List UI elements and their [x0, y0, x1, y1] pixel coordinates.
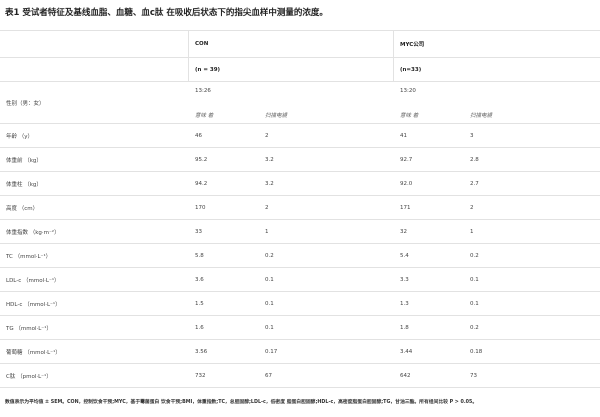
- myc-sem-value: 0.1: [470, 276, 479, 283]
- myc-sem-value: 2.7: [470, 180, 479, 187]
- characteristics-table: CON MYC公司 (n = 39) (n=33) 性别（男：女） 13:26 …: [0, 30, 600, 388]
- con-mean-value: 1.5: [195, 300, 204, 307]
- con-sem-value: 0.1: [265, 324, 274, 331]
- table-row: 高度 （cm） 170 2 171 2: [0, 196, 600, 220]
- subheader-con-sem: 扫描电镜: [265, 113, 288, 119]
- con-sem-value: 3.2: [265, 180, 274, 187]
- subheader-myc-sem: 扫描电镜: [470, 113, 493, 119]
- con-mean-value: 94.2: [195, 180, 208, 187]
- myc-sem-value: 3: [470, 132, 474, 139]
- myc-sem-value: 2: [470, 204, 474, 211]
- subheader-con-mean: 意味 着: [195, 113, 214, 119]
- group-myc-header: MYC公司: [400, 42, 425, 48]
- con-mean-value: 95.2: [195, 156, 208, 163]
- con-mean-value: 3.56: [195, 348, 208, 355]
- myc-mean-value: 3.44: [400, 348, 413, 355]
- table-row: HDL-c （mmol·L⁻¹） 1.5 0.1 1.3 0.1: [0, 292, 600, 316]
- con-sem-value: 2: [265, 204, 269, 211]
- myc-mean-value: 1.8: [400, 324, 409, 331]
- table-row: 体重前 （kg） 95.2 3.2 92.7 2.8: [0, 148, 600, 172]
- con-sem-value: 2: [265, 132, 269, 139]
- row-label: 高度 （cm）: [6, 205, 39, 212]
- sex-row: 性别（男：女） 13:26 13:20 意味 着 扫描电镜 意味 着 扫描电镜: [0, 82, 600, 124]
- myc-mean-value: 32: [400, 228, 407, 235]
- myc-mean-value: 1.3: [400, 300, 409, 307]
- con-sem-value: 0.1: [265, 300, 274, 307]
- row-label: TC （mmol·L⁻¹）: [6, 253, 52, 260]
- table-row: TG （mmol·L⁻¹） 1.6 0.1 1.8 0.2: [0, 316, 600, 340]
- row-label: HDL-c （mmol·L⁻¹）: [6, 301, 61, 308]
- data-rows: 年龄 （y） 46 2 41 3 体重前 （kg） 95.2 3.2 92.7 2.8 体重柱 （k…: [0, 124, 600, 388]
- con-sem-value: 0.17: [265, 348, 278, 355]
- con-sem-value: 3.2: [265, 156, 274, 163]
- con-mean-value: 1.6: [195, 324, 204, 331]
- myc-mean-value: 92.0: [400, 180, 413, 187]
- table-footnote: 数值表示为平均值 ± SEM。CON，控制饮食干预;MYC，基于霉菌蛋白 饮食干…: [5, 400, 478, 405]
- table-row: 体重柱 （kg） 94.2 3.2 92.0 2.7: [0, 172, 600, 196]
- subheader-myc-mean: 意味 着: [400, 113, 419, 119]
- myc-sem-value: 2.8: [470, 156, 479, 163]
- row-label: 体重指数 （kg·m⁻²）: [6, 229, 60, 236]
- table-row: C肽 （pmol·L⁻¹） 732 67 642 73: [0, 364, 600, 388]
- con-mean-value: 5.8: [195, 252, 204, 259]
- n-con: (n = 39): [195, 66, 221, 73]
- group-con-header: CON: [195, 41, 209, 47]
- myc-mean-value: 41: [400, 132, 407, 139]
- table-row: 葡萄糖 （mmol·L⁻¹） 3.56 0.17 3.44 0.18: [0, 340, 600, 364]
- table-row: 年龄 （y） 46 2 41 3: [0, 124, 600, 148]
- row-label: 葡萄糖 （mmol·L⁻¹）: [6, 349, 61, 356]
- con-mean-value: 33: [195, 228, 202, 235]
- con-mean-value: 170: [195, 204, 206, 211]
- myc-sem-value: 0.1: [470, 300, 479, 307]
- con-sem-value: 0.1: [265, 276, 274, 283]
- myc-mean-value: 92.7: [400, 156, 413, 163]
- row-label: 体重前 （kg）: [6, 157, 42, 164]
- sex-con: 13:26: [195, 88, 211, 94]
- myc-sem-value: 0.2: [470, 252, 479, 259]
- myc-sem-value: 0.2: [470, 324, 479, 331]
- sex-label: 性别（男：女）: [6, 101, 45, 107]
- table-row: TC （mmol·L⁻¹） 5.8 0.2 5.4 0.2: [0, 244, 600, 268]
- group-header-row: CON MYC公司: [0, 30, 600, 58]
- con-mean-value: 3.6: [195, 276, 204, 283]
- con-sem-value: 0.2: [265, 252, 274, 259]
- myc-sem-value: 0.18: [470, 348, 483, 355]
- myc-mean-value: 5.4: [400, 252, 409, 259]
- row-label: C肽 （pmol·L⁻¹）: [6, 373, 52, 380]
- myc-sem-value: 73: [470, 372, 477, 379]
- row-label: LDL-c （mmol·L⁻¹）: [6, 277, 60, 284]
- table-title: 表1 受试者特征及基线血脂、血糖、血c肽 在吸收后状态下的指尖血样中测量的浓度。: [5, 8, 328, 18]
- con-sem-value: 1: [265, 228, 269, 235]
- row-label: 年龄 （y）: [6, 133, 34, 140]
- row-label: 体重柱 （kg）: [6, 181, 42, 188]
- myc-mean-value: 3.3: [400, 276, 409, 283]
- table-row: 体重指数 （kg·m⁻²） 33 1 32 1: [0, 220, 600, 244]
- sample-size-row: (n = 39) (n=33): [0, 58, 600, 82]
- myc-sem-value: 1: [470, 228, 474, 235]
- myc-mean-value: 642: [400, 372, 411, 379]
- con-sem-value: 67: [265, 372, 272, 379]
- table-row: LDL-c （mmol·L⁻¹） 3.6 0.1 3.3 0.1: [0, 268, 600, 292]
- row-label: TG （mmol·L⁻¹）: [6, 325, 52, 332]
- con-mean-value: 732: [195, 372, 206, 379]
- myc-mean-value: 171: [400, 204, 411, 211]
- con-mean-value: 46: [195, 132, 202, 139]
- n-myc: (n=33): [400, 66, 422, 73]
- sex-myc: 13:20: [400, 88, 416, 94]
